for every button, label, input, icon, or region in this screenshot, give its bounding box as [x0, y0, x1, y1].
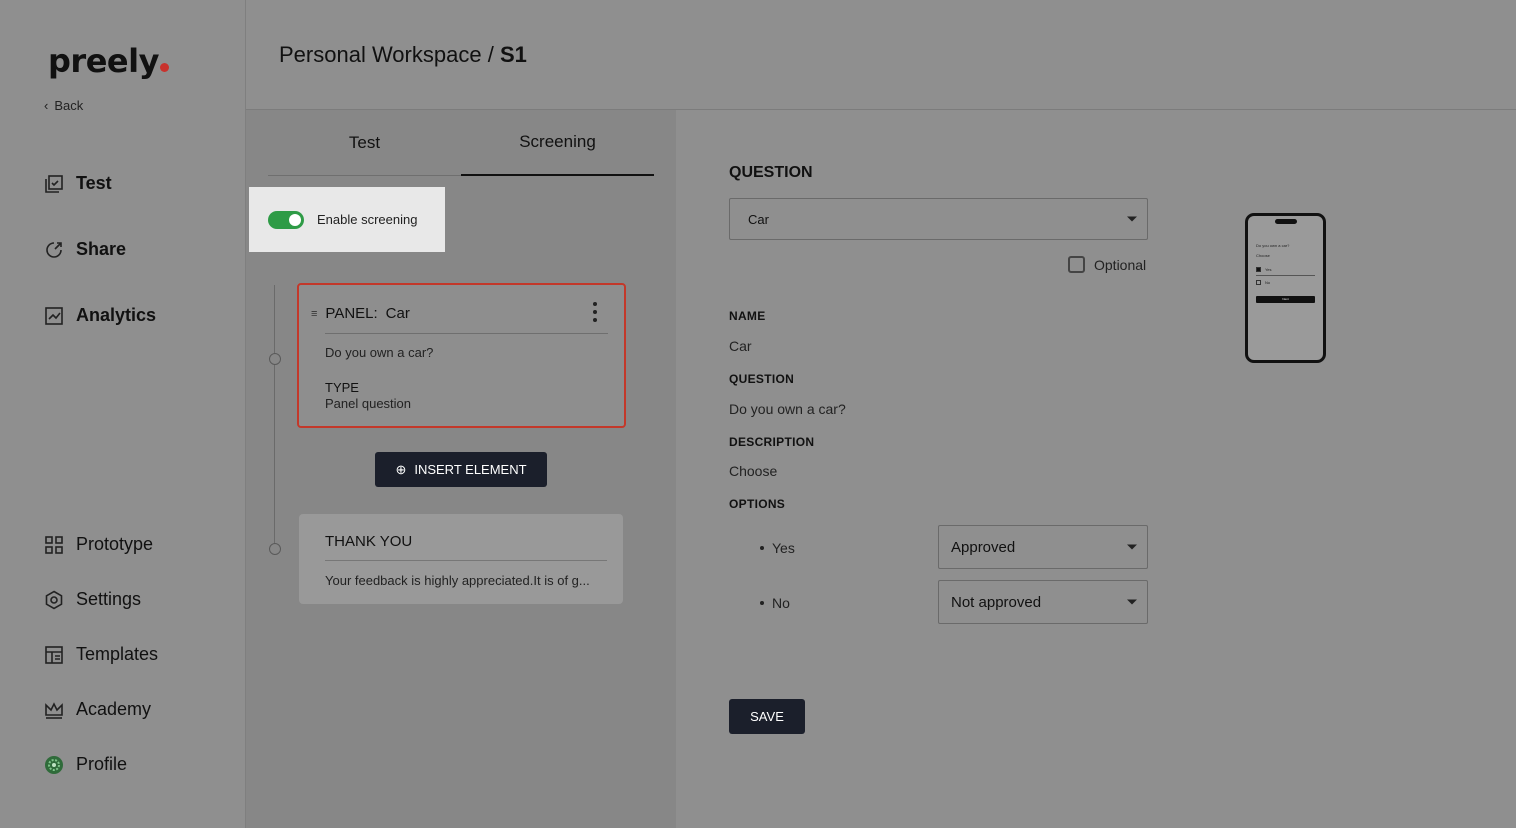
logo[interactable]: preely	[48, 42, 169, 80]
grid-icon	[44, 535, 64, 555]
sidebar-item-test[interactable]: Test	[44, 173, 112, 194]
more-options-icon[interactable]	[592, 302, 598, 322]
divider	[1256, 275, 1315, 276]
enable-screening-label: Enable screening	[317, 212, 418, 227]
timeline-dot	[269, 353, 281, 365]
preview-checkbox	[1256, 280, 1261, 285]
breadcrumb-separator: /	[487, 42, 494, 67]
templates-icon	[44, 645, 64, 665]
name-label: NAME	[729, 309, 766, 323]
thank-you-text: Your feedback is highly appreciated.It i…	[325, 573, 590, 588]
panel-type-label: TYPE	[325, 380, 359, 395]
sidebar-item-label: Share	[76, 239, 127, 259]
sidebar-item-label: Analytics	[76, 305, 157, 325]
bullet	[760, 601, 764, 605]
option-item: Yes	[760, 540, 795, 556]
sidebar-item-label: Settings	[76, 589, 142, 609]
panel-question-text: Do you own a car?	[325, 345, 434, 360]
analytics-icon	[44, 306, 64, 326]
thank-you-title: THANK YOU	[325, 533, 413, 550]
tab-test[interactable]: Test	[268, 110, 461, 176]
breadcrumb: Personal Workspace / S1	[279, 42, 527, 68]
option-label: Yes	[772, 540, 795, 556]
panel-question-card[interactable]: ≡ PANEL: Car Do you own a car? TYPE Pane…	[297, 283, 626, 428]
breadcrumb-root[interactable]: Personal Workspace	[279, 42, 482, 67]
sidebar-item-prototype[interactable]: Prototype	[44, 534, 153, 555]
sidebar-item-label: Templates	[76, 644, 159, 664]
sidebar-item-templates[interactable]: Templates	[44, 644, 158, 665]
drag-handle-icon[interactable]: ≡	[311, 308, 317, 320]
question-label: QUESTION	[729, 372, 795, 386]
panel-card-header: ≡ PANEL: Car	[311, 305, 608, 322]
test-icon	[44, 174, 64, 194]
options-label: OPTIONS	[729, 497, 786, 511]
editor-section-title: QUESTION	[729, 164, 813, 181]
sidebar-item-share[interactable]: Share	[44, 239, 126, 260]
header: Personal Workspace / S1	[246, 0, 1516, 110]
chevron-left-icon: ‹	[44, 98, 49, 113]
option-status-select[interactable]: Approved	[938, 525, 1148, 569]
panel-prefix: PANEL:	[325, 305, 378, 322]
preview-option: Yes	[1265, 267, 1272, 272]
panel-name: Car	[385, 305, 410, 322]
sidebar-item-settings[interactable]: Settings	[44, 589, 141, 610]
preview-description: Choose	[1256, 253, 1270, 258]
sidebar-item-analytics[interactable]: Analytics	[44, 305, 156, 326]
divider	[325, 333, 608, 334]
tab-screening[interactable]: Screening	[461, 110, 654, 176]
enable-screening-toggle[interactable]	[268, 210, 304, 229]
optional-checkbox[interactable]	[1068, 256, 1085, 273]
back-label: Back	[54, 98, 84, 113]
breadcrumb-current: S1	[499, 42, 527, 67]
question-select[interactable]: Car	[729, 198, 1148, 240]
divider	[325, 560, 607, 561]
share-icon	[44, 240, 64, 260]
question-value: Do you own a car?	[729, 401, 846, 417]
question-select-value: Car	[748, 211, 769, 227]
phone-notch	[1275, 219, 1297, 224]
sidebar-item-label: Academy	[76, 699, 152, 719]
timeline-line	[274, 285, 275, 555]
option-label: No	[772, 595, 790, 611]
sidebar-item-label: Test	[76, 173, 112, 193]
optional-label: Optional	[1094, 256, 1147, 273]
gear-icon	[44, 590, 64, 610]
preview-checkbox	[1256, 267, 1261, 272]
bullet	[760, 546, 764, 550]
save-button[interactable]: SAVE	[729, 699, 805, 734]
sidebar-item-label: Profile	[76, 754, 128, 774]
caret-down-icon	[1127, 216, 1137, 222]
option-status-select[interactable]: Not approved	[938, 580, 1148, 624]
name-value: Car	[729, 338, 752, 354]
option-status-value: Not approved	[951, 593, 1042, 611]
timeline-dot	[269, 543, 281, 555]
description-value: Choose	[729, 463, 778, 479]
sidebar-item-label: Prototype	[76, 534, 154, 554]
thank-you-card[interactable]: THANK YOU Your feedback is highly apprec…	[299, 514, 623, 604]
option-item: No	[760, 595, 790, 611]
mobile-preview: Do you own a car? Choose Yes No Next	[1245, 213, 1326, 363]
crown-icon	[44, 700, 64, 720]
preview-next-button: Next	[1256, 296, 1315, 303]
optional-checkbox-row[interactable]: Optional	[1068, 256, 1146, 273]
insert-element-button[interactable]: ⊕ INSERT ELEMENT	[375, 452, 547, 487]
caret-down-icon	[1127, 544, 1137, 550]
back-link[interactable]: ‹ Back	[44, 98, 83, 113]
logo-dot	[159, 63, 169, 72]
plus-circle-icon: ⊕	[395, 461, 407, 477]
option-status-value: Approved	[951, 538, 1016, 556]
panel-type-value: Panel question	[325, 396, 412, 411]
caret-down-icon	[1127, 599, 1137, 605]
insert-element-label: INSERT ELEMENT	[414, 462, 527, 477]
avatar-icon	[44, 755, 64, 775]
preview-question: Do you own a car?	[1256, 243, 1290, 248]
enable-screening-row: Enable screening	[249, 187, 445, 252]
sidebar-item-academy[interactable]: Academy	[44, 699, 151, 720]
sidebar: preely ‹ Back Test Share Analytics Proto…	[0, 0, 246, 828]
sidebar-item-profile[interactable]: Profile	[44, 754, 127, 775]
description-label: DESCRIPTION	[729, 435, 815, 449]
preview-option: No	[1265, 280, 1271, 285]
